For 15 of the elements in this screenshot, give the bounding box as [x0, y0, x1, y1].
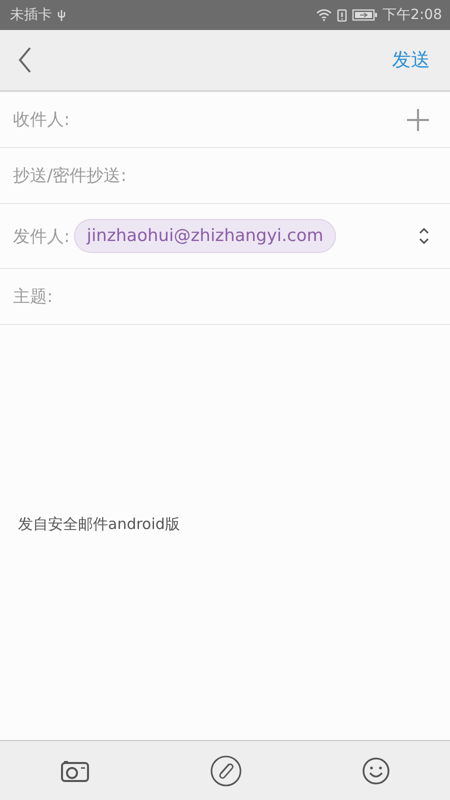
field-label: 抄送/密件抄送: [13, 165, 126, 187]
sender-chip[interactable]: jinzhaohui@zhizhangyi.com [74, 219, 336, 253]
field-label: 主题: [13, 286, 53, 308]
emoji-button[interactable] [360, 754, 392, 786]
signature-text: 发自安全邮件android版 [18, 515, 181, 534]
battery-icon [352, 9, 378, 21]
sim-alert-icon [336, 8, 347, 22]
wifi-icon [316, 9, 332, 21]
send-button[interactable]: 发送 [390, 45, 432, 75]
field-label: 收件人: [13, 109, 70, 131]
clock-text: 下午2:08 [382, 6, 442, 24]
carrier-text: 未插卡 [10, 6, 52, 24]
usb-icon [57, 8, 66, 22]
attachment-button[interactable] [208, 752, 244, 788]
field-label: 发件人: [13, 226, 70, 248]
